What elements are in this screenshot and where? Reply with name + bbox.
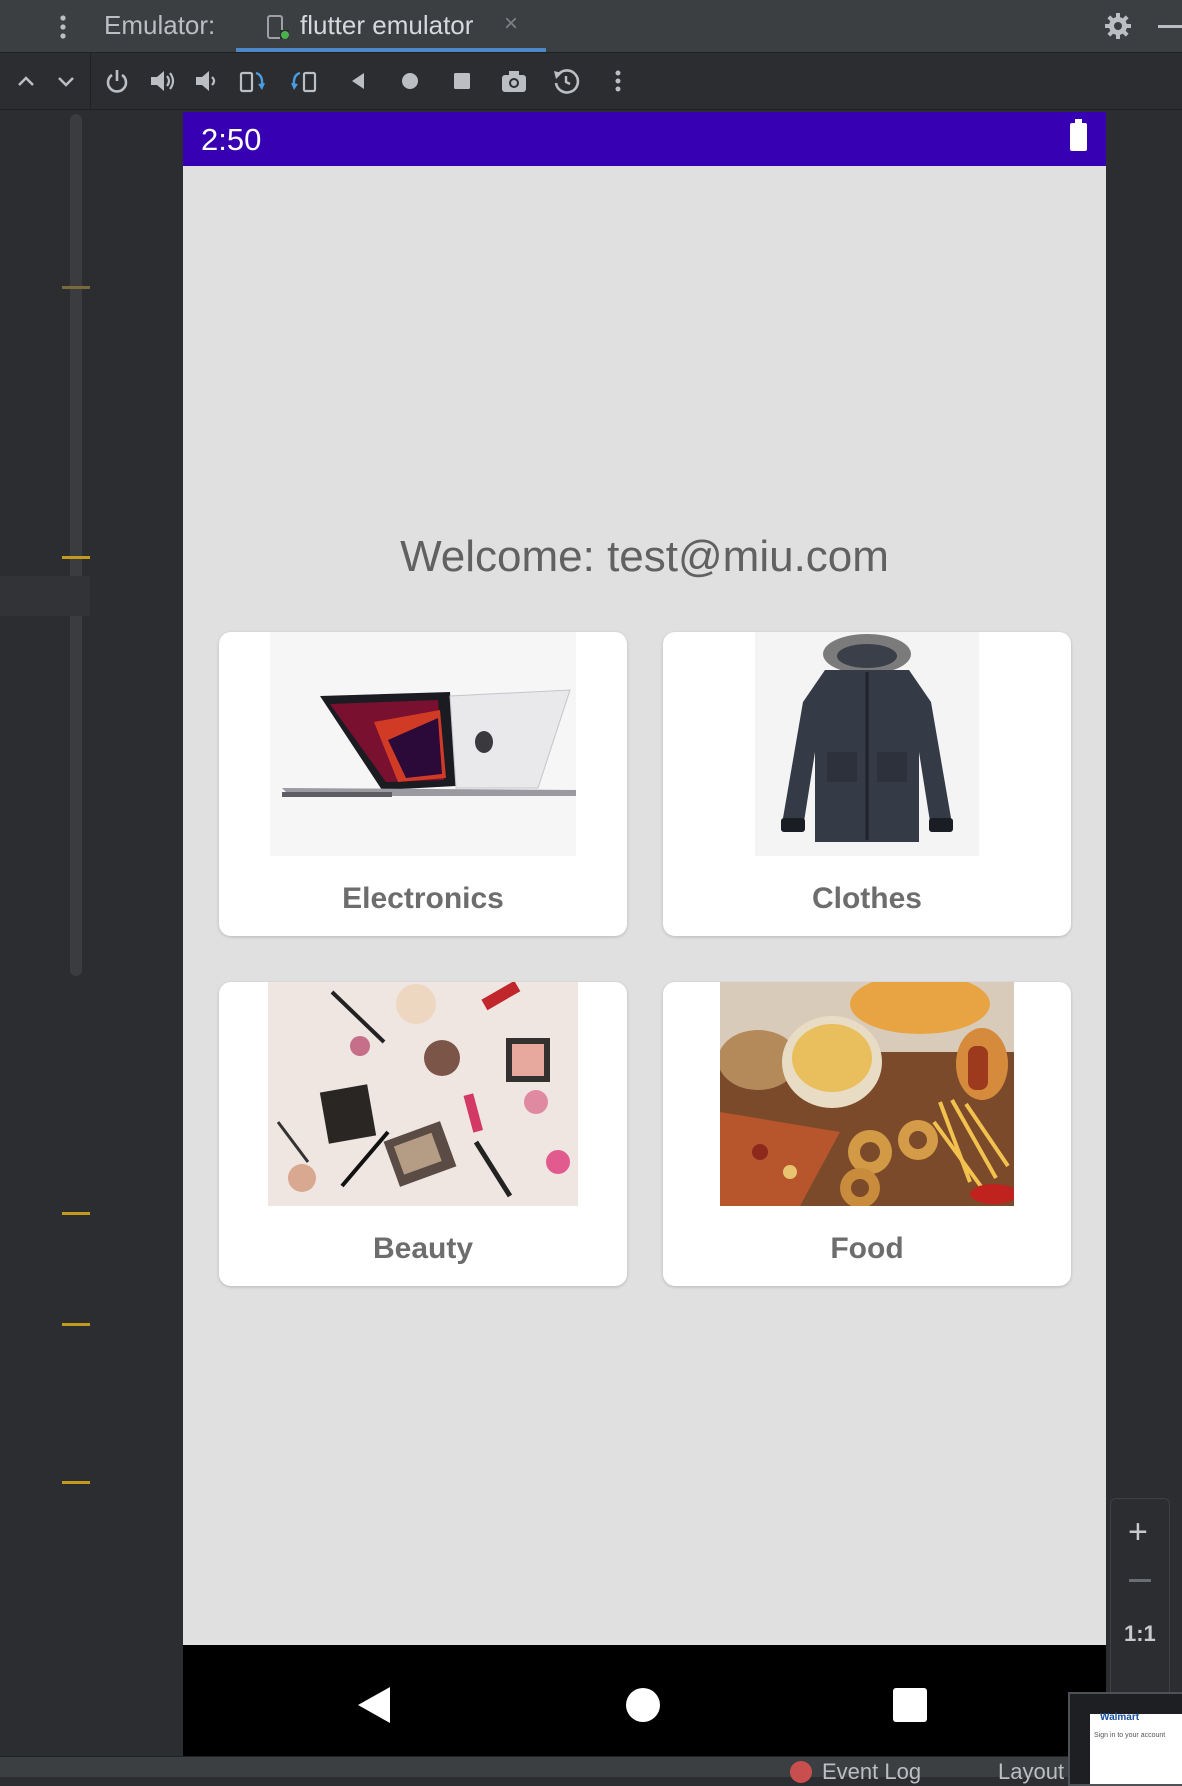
volume-down-icon[interactable] [192,67,220,95]
minimize-icon[interactable] [1158,25,1182,28]
volume-up-icon[interactable] [148,67,176,95]
power-icon[interactable] [103,67,131,95]
toolbar-divider [90,53,91,109]
close-tab-icon[interactable]: × [504,10,518,38]
thumbnail-subtitle: Sign in to your account [1094,1732,1166,1739]
welcome-text: Welcome: test@miu.com [400,532,889,581]
device-icon [267,15,289,39]
left-gutter [0,110,90,1760]
emulator-tab-bar: Emulator: flutter emulator × [0,0,1182,53]
gutter-highlight [0,576,90,616]
panel-title: Emulator: [104,10,216,40]
snapshot-icon[interactable] [552,67,580,95]
zoom-actual-size-button[interactable]: 1:1 [1124,1621,1156,1647]
active-tab-underline [236,48,546,52]
gutter-marker[interactable] [62,1481,90,1484]
zoom-out-button[interactable] [1129,1579,1151,1582]
thumbnail-screen [1090,1714,1182,1784]
gutter-marker[interactable] [62,1323,90,1326]
emulator-toolbar [0,53,1182,110]
overview-icon[interactable] [448,67,476,95]
category-card-clothes[interactable]: Clothes [663,632,1071,936]
thumbnail-brand: Walmart [1100,1712,1140,1723]
more-icon[interactable] [604,67,632,95]
snacks-image [720,982,1014,1206]
tab-flutter-emulator[interactable]: flutter emulator × [236,0,546,52]
tab-label: flutter emulator [300,10,474,40]
zoom-in-button[interactable]: + [1128,1513,1148,1552]
layout-button[interactable]: Layout [998,1759,1064,1785]
status-bar: 2:50 [183,112,1106,166]
back-icon[interactable] [344,67,372,95]
status-time: 2:50 [201,122,262,157]
window-thumbnail[interactable]: Walmart Sign in to your account [1068,1692,1182,1786]
category-label: Clothes [811,882,922,915]
android-nav-bar [183,1645,1106,1767]
rotate-right-icon[interactable] [290,67,318,95]
category-label: Electronics [342,882,504,915]
laptop-image [270,632,576,856]
category-card-electronics[interactable]: Electronics [219,632,627,936]
category-card-food[interactable]: Food [663,982,1071,1286]
gutter-marker[interactable] [62,286,90,289]
cosmetics-image [268,982,578,1206]
category-card-beauty[interactable]: Beauty [219,982,627,1286]
category-label: Beauty [372,1232,474,1265]
category-label: Food [830,1232,904,1265]
gutter-marker[interactable] [62,556,90,559]
gutter-marker[interactable] [62,1212,90,1215]
screenshot-icon[interactable] [500,67,528,95]
event-log-icon [790,1761,812,1783]
home-icon[interactable] [396,67,424,95]
rotate-left-icon[interactable] [238,67,266,95]
nav-home-icon[interactable] [626,1688,660,1722]
nav-recents-icon[interactable] [893,1688,927,1722]
battery-icon [1070,119,1087,151]
chevron-down-icon[interactable] [52,67,80,95]
chevron-up-icon[interactable] [12,67,40,95]
phone-screen: 2:50 Welcome: test@miu.com Electronics C… [183,112,1106,1767]
vertical-scrollbar[interactable] [70,114,82,976]
event-log-button[interactable]: Event Log [822,1759,921,1785]
jacket-image [755,632,979,856]
nav-back-icon[interactable] [356,1685,392,1725]
ide-bottom-bar: Event Log Layout [0,1756,1182,1784]
options-menu-icon[interactable] [58,14,68,40]
gear-icon[interactable] [1104,12,1132,40]
